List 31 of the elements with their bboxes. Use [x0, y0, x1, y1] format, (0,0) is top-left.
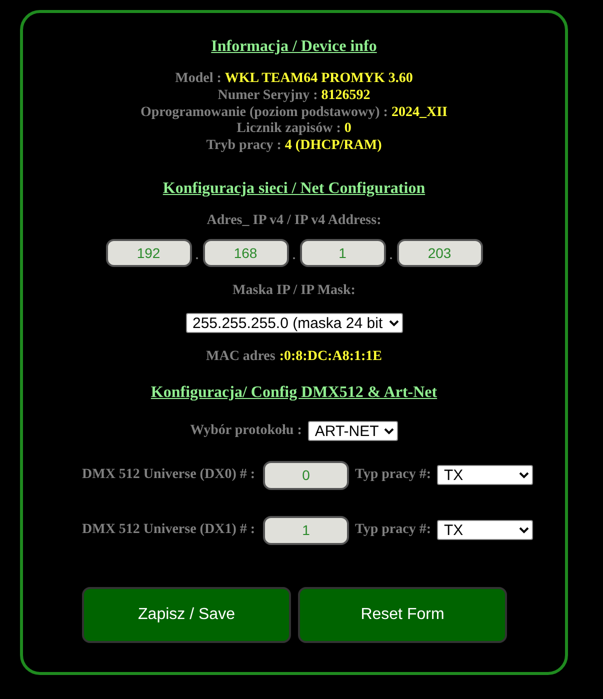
info-label: Tryb pracy :	[206, 138, 282, 154]
ip-separator: .	[196, 248, 198, 263]
info-label: Oprogramowanie (poziom podstawowy) :	[140, 104, 388, 120]
info-value: 0	[344, 121, 352, 136]
info-label: Numer Seryjny :	[218, 88, 318, 103]
mac-value: :0:8:DC:A8:1:1E	[279, 348, 382, 364]
ip-address-label: Adres_ IP v4 / IP v4 Address:	[206, 212, 382, 229]
info-value: 8126592	[321, 88, 370, 103]
info-value: 4 (DHCP/RAM)	[284, 138, 382, 154]
mode-label: Typ pracy #:	[355, 522, 431, 538]
section-heading: Konfiguracja sieci / Net Configuration	[162, 178, 426, 199]
mode-select[interactable]: TX	[437, 465, 533, 486]
info-value: WKL TEAM64 PROMYK 3.60	[224, 71, 413, 86]
mode-select[interactable]: TX	[437, 520, 533, 540]
info-value: 2024_XII	[391, 104, 448, 120]
ip-mask-label: Maska IP / IP Mask:	[232, 282, 356, 299]
universe-label: DMX 512 Universe (DX0) # :	[82, 467, 256, 484]
info-label: Licznik zapisów :	[236, 121, 341, 136]
protocol-label: Wybór protokołu :	[190, 422, 302, 439]
universe-label: DMX 512 Universe (DX1) # :	[82, 522, 256, 538]
protocol-select[interactable]: ART-NET	[308, 420, 398, 441]
section-heading: Informacja / Device info	[211, 37, 377, 57]
mode-label: Typ pracy #:	[355, 467, 431, 484]
ip-separator: .	[292, 248, 296, 263]
form-button[interactable]: Zapisz / Save	[82, 586, 291, 643]
section-heading: Konfiguracja/ Config DMX512 & Art-Net	[150, 382, 438, 403]
info-label: Model :	[175, 71, 222, 86]
mac-label: MAC adres	[206, 348, 276, 364]
form-button[interactable]: Reset Form	[298, 586, 507, 643]
ip-mask-select[interactable]: 255.255.255.0 (maska 24 bit	[186, 312, 402, 333]
ip-separator: .	[390, 248, 392, 263]
